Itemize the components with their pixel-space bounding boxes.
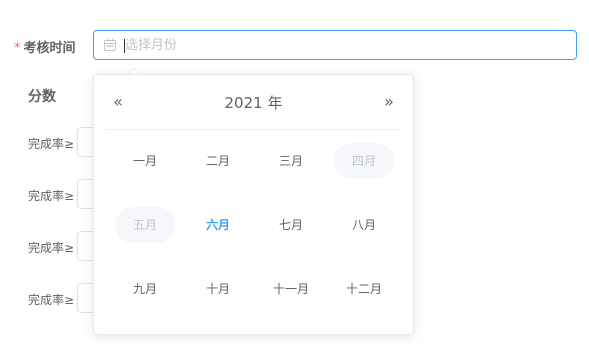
- month-cell-may: 五月: [115, 207, 175, 243]
- month-input-field[interactable]: [125, 31, 565, 59]
- month-picker-input[interactable]: [93, 30, 577, 60]
- popup-arrow-inner: [129, 69, 139, 74]
- month-cell-feb[interactable]: 二月: [188, 143, 248, 179]
- header-divider: [105, 129, 402, 130]
- completion-rate-label: 完成率≥: [28, 137, 75, 151]
- calendar-icon: [104, 39, 116, 51]
- month-cell-nov[interactable]: 十一月: [261, 271, 321, 307]
- required-mark: *: [14, 41, 21, 56]
- month-cell-apr: 四月: [334, 143, 394, 179]
- month-cell-oct[interactable]: 十月: [188, 271, 248, 307]
- month-picker-panel: « 2021 年 » 一月 二月 三月 四月 五月 六月 七月 八月 九月 十月…: [93, 74, 414, 335]
- completion-rate-label: 完成率≥: [28, 189, 75, 203]
- month-cell-aug[interactable]: 八月: [334, 207, 394, 243]
- assessment-time-label: * 考核时间: [14, 37, 76, 56]
- assessment-time-label-text: 考核时间: [23, 41, 76, 56]
- month-cell-mar[interactable]: 三月: [261, 143, 321, 179]
- completion-rate-label: 完成率≥: [28, 293, 75, 307]
- completion-rate-label: 完成率≥: [28, 241, 75, 255]
- year-label[interactable]: 2021 年: [94, 92, 413, 113]
- scores-title: 分数: [28, 89, 56, 105]
- month-cell-dec[interactable]: 十二月: [334, 271, 394, 307]
- month-cell-jul[interactable]: 七月: [261, 207, 321, 243]
- month-cell-sep[interactable]: 九月: [115, 271, 175, 307]
- month-cell-jun[interactable]: 六月: [188, 207, 248, 243]
- next-year-button[interactable]: »: [379, 92, 399, 112]
- month-cell-jan[interactable]: 一月: [115, 143, 175, 179]
